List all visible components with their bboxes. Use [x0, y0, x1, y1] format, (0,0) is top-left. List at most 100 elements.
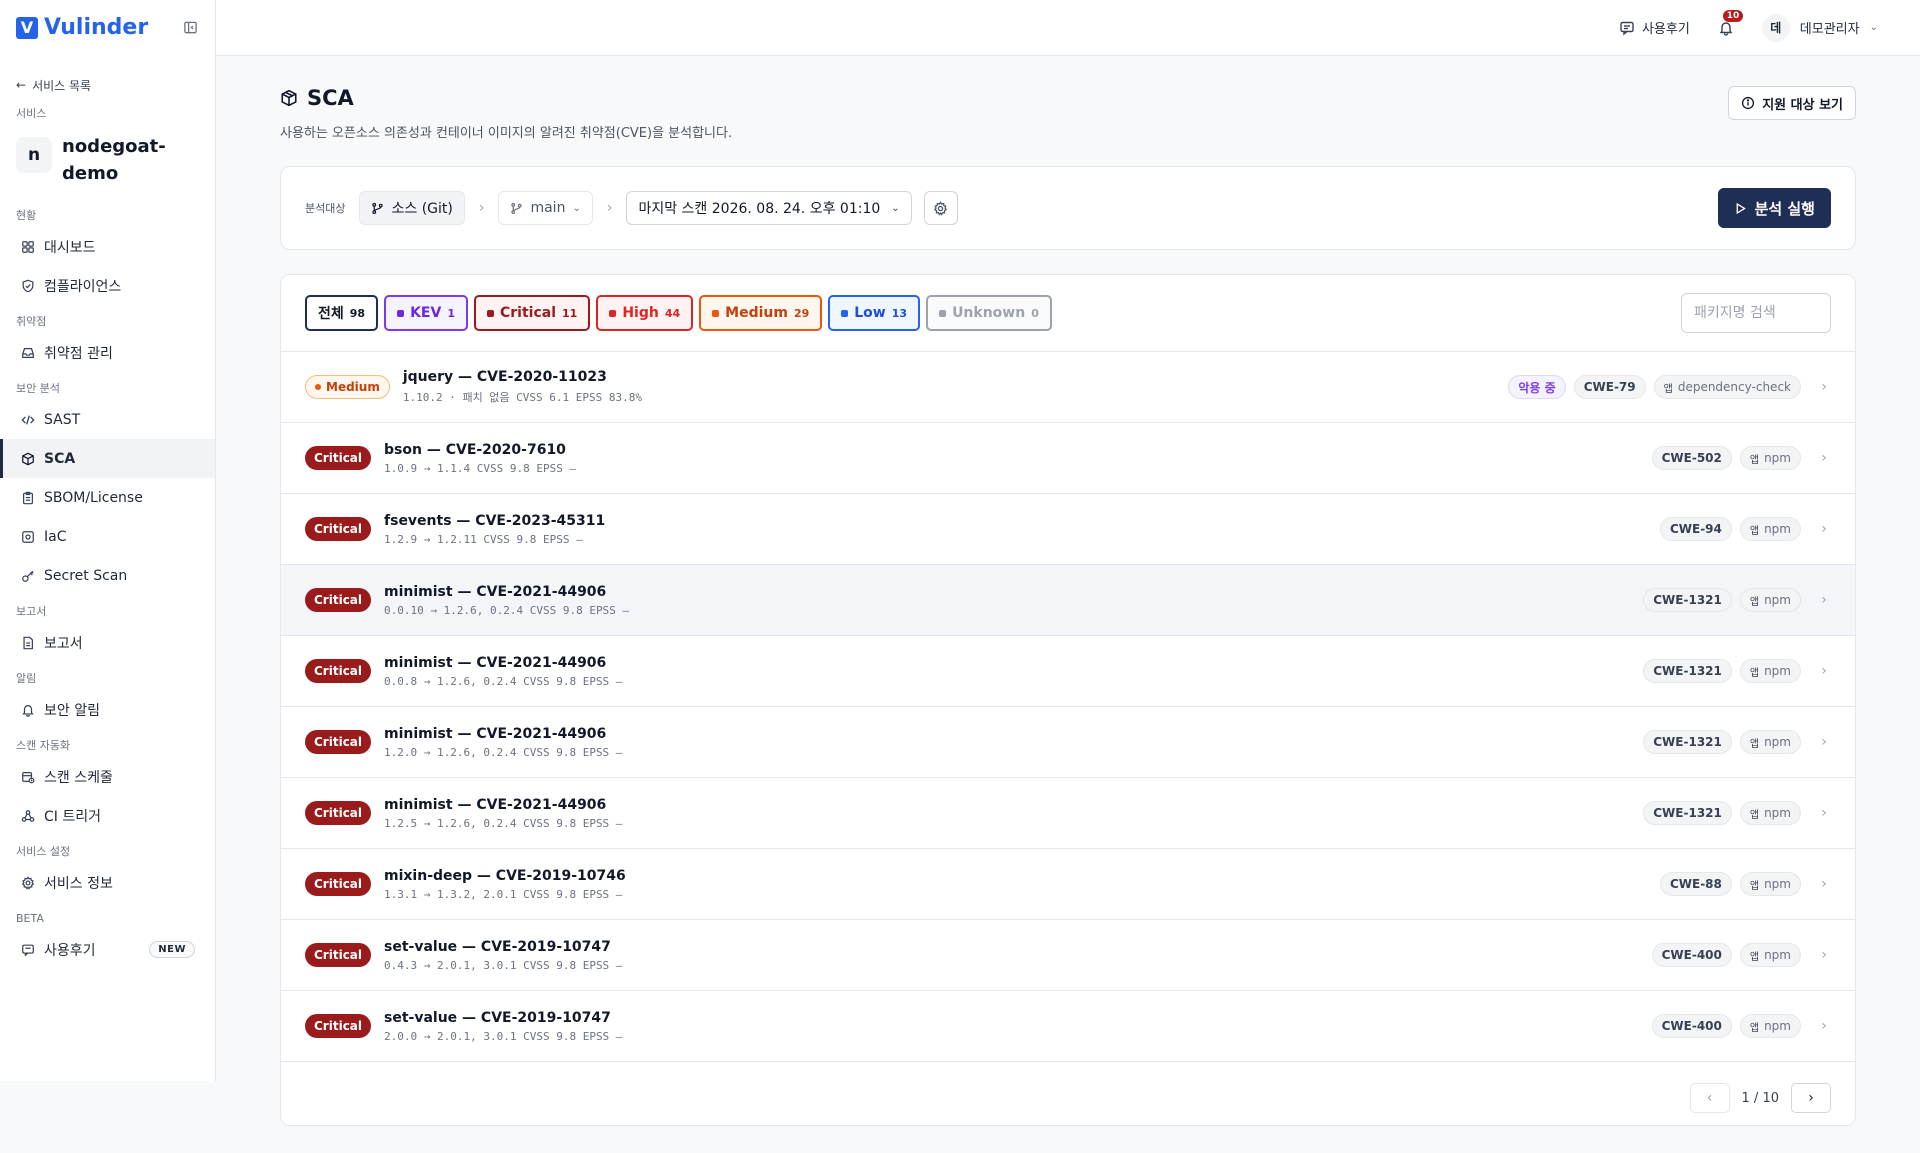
package-cve-title: minimist — CVE-2021-44906	[384, 583, 607, 600]
source-select[interactable]: 소스 (Git)	[359, 191, 465, 225]
app-logo[interactable]: V Vulinder	[16, 15, 148, 40]
version-meta: 1.2.5 → 1.2.6, 0.2.4 CVSS 9.8 EPSS —	[384, 816, 623, 830]
version-meta: 0.4.3 → 2.0.1, 3.0.1 CVSS 9.8 EPSS —	[384, 958, 623, 972]
sidebar-item-sast[interactable]: SAST	[0, 400, 215, 439]
severity-badge: Critical	[305, 801, 372, 825]
sidebar-item-대시보드[interactable]: 대시보드	[0, 227, 215, 266]
table-row[interactable]: Critical mixin-deep — CVE-2019-10746 1.3.1…	[281, 849, 1855, 920]
user-name: 데모관리자	[1799, 22, 1860, 37]
source-badge: 앱 npm	[1739, 659, 1801, 683]
table-row[interactable]: Critical minimist — CVE-2021-44906 0.0.8 →…	[281, 636, 1855, 707]
sidebar-item-서비스-정보[interactable]: 서비스 정보	[0, 863, 215, 902]
source-badge: 앱 npm	[1739, 943, 1801, 967]
filter-kev[interactable]: KEV 1	[384, 295, 468, 331]
notifications-button[interactable]: 10	[1716, 9, 1744, 38]
table-row[interactable]: Medium jquery — CVE-2020-11023 1.10.2 · 패치…	[281, 352, 1855, 423]
sidebar-item-secret-scan[interactable]: Secret Scan	[0, 556, 215, 595]
filter-unk[interactable]: Unknown 0	[926, 295, 1052, 331]
severity-badge: Critical	[305, 446, 372, 470]
sidebar-item-sbom-license[interactable]: SBOM/License	[0, 478, 215, 517]
table-row[interactable]: Critical bson — CVE-2020-7610 1.0.9 → 1.1.…	[281, 423, 1855, 494]
next-page-button[interactable]: ›	[1791, 1083, 1831, 1113]
source-name: npm	[1764, 451, 1791, 465]
bell-icon	[20, 702, 35, 717]
sidebar-item-ci-트리거[interactable]: CI 트리거	[0, 796, 215, 835]
sidebar-item-스캔-스케줄[interactable]: 스캔 스케줄	[0, 757, 215, 796]
table-row[interactable]: Critical fsevents — CVE-2023-45311 1.2.9 →…	[281, 494, 1855, 565]
key-icon	[20, 568, 35, 583]
source-badge: 앱 npm	[1739, 801, 1801, 825]
severity-badge: Medium	[305, 375, 390, 399]
row-main: minimist — CVE-2021-44906 1.2.0 → 1.2.6, …	[384, 726, 622, 759]
scan-history-select[interactable]: 마지막 스캔 2026. 08. 24. 오후 01:10 ⌄	[626, 191, 912, 225]
source-kind: 앱	[1749, 809, 1760, 821]
sidebar-item-취약점-관리[interactable]: 취약점 관리	[0, 333, 215, 372]
row-main: minimist — CVE-2021-44906 0.0.10 → 1.2.6,…	[384, 584, 629, 617]
filter-low[interactable]: Low 13	[828, 295, 921, 331]
filter-all[interactable]: 전체 98	[305, 295, 379, 331]
nav-section-label: 현황	[16, 209, 37, 222]
sidebar-item-보고서[interactable]: 보고서	[0, 623, 215, 662]
analysis-target-label: 분석대상	[305, 202, 346, 215]
package-cve-title: minimist — CVE-2021-44906	[384, 725, 607, 742]
info-icon	[1742, 96, 1755, 110]
filter-med[interactable]: Medium 29	[699, 295, 823, 331]
prev-page-button[interactable]: ‹	[1689, 1083, 1730, 1113]
run-analysis-button[interactable]: 분석 실행	[1717, 188, 1831, 228]
chevron-right-icon: ›	[1821, 450, 1827, 466]
scan-settings-button[interactable]	[923, 191, 958, 225]
chevron-right-icon: ›	[1821, 663, 1827, 679]
severity-label: Critical	[314, 593, 363, 607]
package-icon	[20, 451, 35, 466]
sidebar-item-컴플라이언스[interactable]: 컴플라이언스	[0, 266, 215, 305]
service-avatar: n	[16, 137, 52, 173]
view-supported-targets-button[interactable]: 지원 대상 보기	[1728, 86, 1856, 120]
app-name: Vulinder	[44, 15, 149, 40]
user-menu[interactable]: 데 데모관리자 ⌄	[1761, 13, 1878, 42]
row-tags: CWE-1321 앱 npm ›	[1643, 801, 1831, 825]
sidebar-item-보안-알림[interactable]: 보안 알림	[0, 690, 215, 729]
sidebar-collapse-button[interactable]	[181, 19, 199, 37]
source-kind: 앱	[1749, 454, 1760, 466]
table-row[interactable]: Critical minimist — CVE-2021-44906 1.2.0 →…	[281, 707, 1855, 778]
logo-mark: V	[16, 16, 38, 39]
cwe-badge: CWE-1321	[1643, 659, 1732, 683]
sidebar-item-iac[interactable]: IaC	[0, 517, 215, 556]
page-info: 1 / 10	[1741, 1090, 1779, 1106]
table-row[interactable]: Critical minimist — CVE-2021-44906 1.2.5 →…	[281, 778, 1855, 849]
filter-count: 1	[447, 306, 455, 320]
row-main: minimist — CVE-2021-44906 0.0.8 → 1.2.6, …	[384, 655, 622, 688]
table-row[interactable]: Critical set-value — CVE-2019-10747 0.4.3 …	[281, 920, 1855, 991]
sidebar-item-label: SCA	[44, 450, 76, 467]
table-row[interactable]: Critical minimist — CVE-2021-44906 0.0.10 …	[281, 565, 1855, 636]
results-card: 전체 98 KEV 1 Critical 11 High 44 Medium 29 Low 13 Unk…	[280, 274, 1856, 1126]
package-search-input[interactable]	[1681, 293, 1831, 333]
sidebar-item-label: SBOM/License	[44, 489, 143, 506]
severity-label: Critical	[314, 1019, 363, 1033]
notification-count-badge: 10	[1722, 9, 1744, 22]
sidebar-item-sca[interactable]: SCA	[0, 439, 215, 478]
back-to-services-link[interactable]: ← 서비스 목록	[0, 77, 215, 93]
filter-label: Low	[854, 305, 886, 321]
sidebar-nav: 현황 대시보드 컴플라이언스 취약점 취약점 관리 보안 분석 SAST SCA SBOM/Li…	[0, 209, 215, 969]
cwe-badge: CWE-400	[1651, 1014, 1732, 1038]
filter-crit[interactable]: Critical 11	[473, 295, 591, 331]
source-kind: 앱	[1749, 525, 1760, 537]
header-feedback-button[interactable]: 사용후기	[1619, 18, 1690, 37]
sidebar-item-label: 대시보드	[44, 239, 96, 256]
chevron-right-icon: ›	[1808, 1090, 1814, 1106]
table-row[interactable]: Critical set-value — CVE-2019-10747 2.0.0 …	[281, 991, 1855, 1062]
branch-select[interactable]: main ⌄	[498, 191, 593, 225]
source-label: 소스 (Git)	[391, 201, 453, 217]
severity-badge: Critical	[305, 588, 372, 612]
git-branch-icon	[511, 202, 523, 214]
nav-section-label: 보안 분석	[16, 382, 60, 395]
version-meta: 1.10.2 · 패치 없음 CVSS 6.1 EPSS 83.8%	[402, 391, 643, 404]
new-badge: NEW	[149, 941, 195, 958]
row-tags: CWE-94 앱 npm ›	[1659, 517, 1831, 541]
severity-label: Critical	[314, 664, 363, 678]
severity-label: Critical	[314, 948, 363, 962]
sidebar-item-사용후기[interactable]: 사용후기 NEW	[0, 930, 215, 969]
filter-high[interactable]: High 44	[596, 295, 694, 331]
package-icon	[281, 89, 297, 107]
